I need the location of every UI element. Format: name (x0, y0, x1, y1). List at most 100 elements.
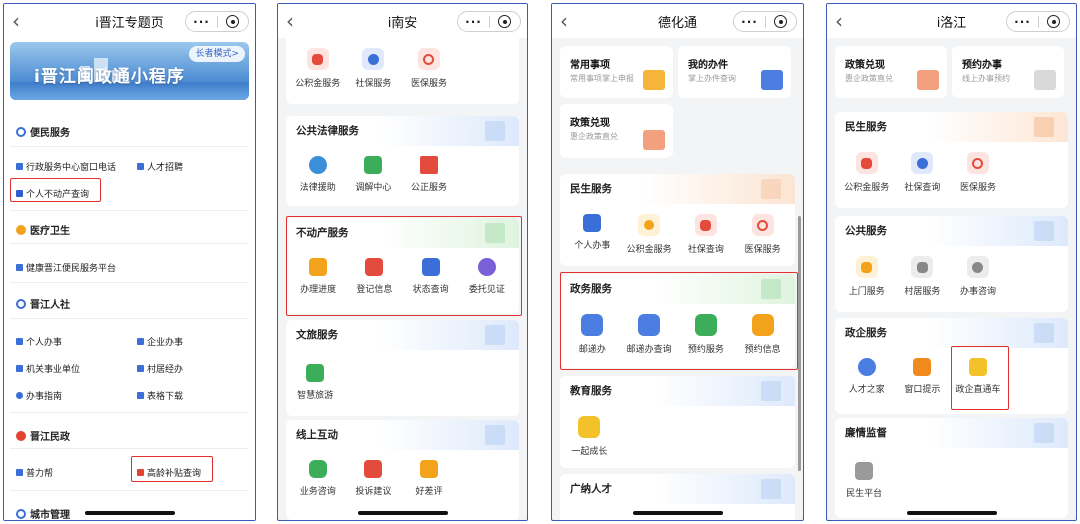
tile-title: 预约办事 (962, 60, 1002, 71)
talent-home-icon (857, 358, 876, 376)
tile-common-items[interactable]: 常用事项 常用事项掌上申报 (560, 46, 673, 98)
service-talent-home[interactable]: 人才之家 (839, 348, 895, 395)
close-mini-program-button[interactable] (490, 15, 520, 28)
more-icon[interactable]: ··· (1007, 15, 1038, 29)
item-talent[interactable]: 人才招聘 (137, 160, 183, 173)
service-complaint[interactable]: 投诉建议 (346, 450, 402, 497)
item-personal[interactable]: 个人办事 (16, 335, 62, 348)
tile-appointment[interactable]: 预约办事 线上办事预约 (952, 46, 1064, 98)
section-social-security: 晋江人社 (16, 296, 70, 311)
section-convenience: 便民服务 (16, 124, 70, 139)
tile-my-cases[interactable]: 我的办件 掌上办件查询 (678, 46, 791, 98)
medical-insurance-icon (417, 48, 440, 70)
more-icon[interactable]: ··· (458, 15, 489, 29)
tile-subtitle: 惠企政策直兑 (570, 132, 618, 141)
service-label: 公积金服务 (844, 183, 890, 193)
close-mini-program-button[interactable] (1039, 15, 1069, 28)
close-mini-program-button[interactable] (766, 15, 796, 28)
person-icon (16, 338, 23, 345)
item-enterprise[interactable]: 企业办事 (137, 335, 183, 348)
more-icon[interactable]: ··· (734, 15, 765, 29)
back-icon[interactable]: ‹ (835, 9, 843, 33)
mini-program-capsule: ··· (185, 11, 249, 32)
service-smart-tourism[interactable]: 智慧旅游 (290, 350, 340, 401)
card-title: 线上互动 (296, 429, 338, 441)
service-consult[interactable]: 业务咨询 (290, 450, 346, 497)
icon-mark (972, 261, 984, 273)
item-hall-phone[interactable]: 行政服务中心窗口电话 (16, 160, 116, 173)
service-window-tips[interactable]: 窗口提示 (895, 348, 951, 395)
service-social-query[interactable]: 社保查询 (678, 204, 735, 255)
item-label: 村居经办 (147, 365, 184, 375)
service-label: 社保查询 (687, 245, 724, 255)
service-mediation[interactable]: 调解中心 (346, 146, 402, 193)
item-village[interactable]: 村居经办 (137, 362, 183, 375)
elder-mode-button[interactable]: 长者模式> (189, 46, 245, 62)
card-header: 线上互动 (286, 420, 519, 450)
service-grow-together[interactable]: 一起成长 (564, 406, 615, 457)
nav-bar: ‹ i晋江专题页 ··· (4, 4, 255, 38)
item-puli[interactable]: 普力帮 (16, 466, 53, 479)
service-consult[interactable]: 办事咨询 (950, 246, 1006, 297)
card-top-services: 公积金服务 社保服务 医保服务 (286, 38, 519, 104)
service-label: 个人办事 (574, 241, 611, 251)
service-village[interactable]: 村居服务 (895, 246, 951, 297)
card-culture-tourism: 文旅服务 智慧旅游 (286, 320, 519, 416)
village-icon (911, 256, 934, 278)
phone-screen-dehuatong: ‹ 德化通 ··· 常用事项 常用事项掌上申报 我的办件 掌上办件查询 政策兑现… (551, 3, 804, 521)
icon-mark (700, 219, 712, 231)
service-housing-fund[interactable]: 公积金服务 (621, 204, 678, 255)
medical-icon (16, 224, 26, 235)
banner: i晋江闽政通小程序 长者模式> (10, 42, 249, 100)
section-title: 城市管理 (30, 510, 70, 521)
more-icon[interactable]: ··· (186, 15, 217, 29)
policy-icon (917, 70, 939, 90)
item-institution[interactable]: 机关事业单位 (16, 362, 80, 375)
service-social-query[interactable]: 社保查询 (895, 142, 951, 193)
housing-fund-icon (855, 152, 878, 174)
item-forms[interactable]: 表格下载 (137, 389, 183, 402)
item-guide[interactable]: 办事指南 (16, 389, 62, 402)
service-label: 人才之家 (848, 385, 885, 395)
card-education: 教育服务 一起成长 (560, 376, 795, 468)
service-housing-fund[interactable]: 公积金服务 (290, 38, 346, 89)
service-medical-insurance[interactable]: 医保服务 (734, 204, 791, 255)
service-legal-aid[interactable]: 法律援助 (290, 146, 346, 193)
item-label: 表格下载 (147, 392, 184, 402)
card-header: 民生服务 (835, 112, 1068, 142)
tile-subtitle: 掌上办件查询 (688, 74, 736, 83)
tile-policy[interactable]: 政策兑现 惠企政策直兑 (835, 46, 947, 98)
service-label: 社保服务 (355, 79, 392, 89)
page-title: 德化通 (657, 15, 697, 31)
section-title: 晋江人社 (30, 300, 70, 311)
item-label: 企业办事 (147, 338, 184, 348)
back-icon[interactable]: ‹ (560, 9, 568, 33)
card-header: 公共服务 (835, 216, 1068, 246)
page-title: i洛江 (936, 15, 967, 31)
service-social-security[interactable]: 社保服务 (346, 38, 402, 89)
item-health-platform[interactable]: 健康晋江便民服务平台 (16, 261, 116, 274)
scrollbar[interactable] (798, 216, 801, 471)
service-livelihood-platform[interactable]: 民生平台 (839, 448, 889, 499)
service-medical-insurance[interactable]: 医保服务 (950, 142, 1006, 193)
back-icon[interactable]: ‹ (286, 9, 294, 33)
back-icon[interactable]: ‹ (12, 9, 20, 33)
service-door-to-door[interactable]: 上门服务 (839, 246, 895, 297)
tile-policy[interactable]: 政策兑现 惠企政策直兑 (560, 104, 673, 158)
close-mini-program-button[interactable] (218, 15, 248, 28)
tile-title: 政策兑现 (845, 60, 885, 71)
icon-mark (916, 157, 928, 169)
icon-mark (757, 219, 769, 231)
tile-subtitle: 线上办事预约 (962, 74, 1010, 83)
service-medical-insurance[interactable]: 医保服务 (401, 38, 457, 89)
service-personal[interactable]: 个人办事 (564, 204, 621, 255)
section-medical: 医疗卫生 (16, 222, 70, 237)
service-rating[interactable]: 好差评 (401, 450, 457, 497)
service-notary[interactable]: 公正服务 (401, 146, 457, 193)
service-label: 好差评 (415, 487, 443, 497)
service-housing-fund[interactable]: 公积金服务 (839, 142, 895, 193)
service-label: 法律援助 (299, 183, 336, 193)
institution-icon (16, 365, 23, 372)
divider (10, 412, 249, 413)
service-grid: 业务咨询 投诉建议 好差评 (286, 450, 461, 497)
